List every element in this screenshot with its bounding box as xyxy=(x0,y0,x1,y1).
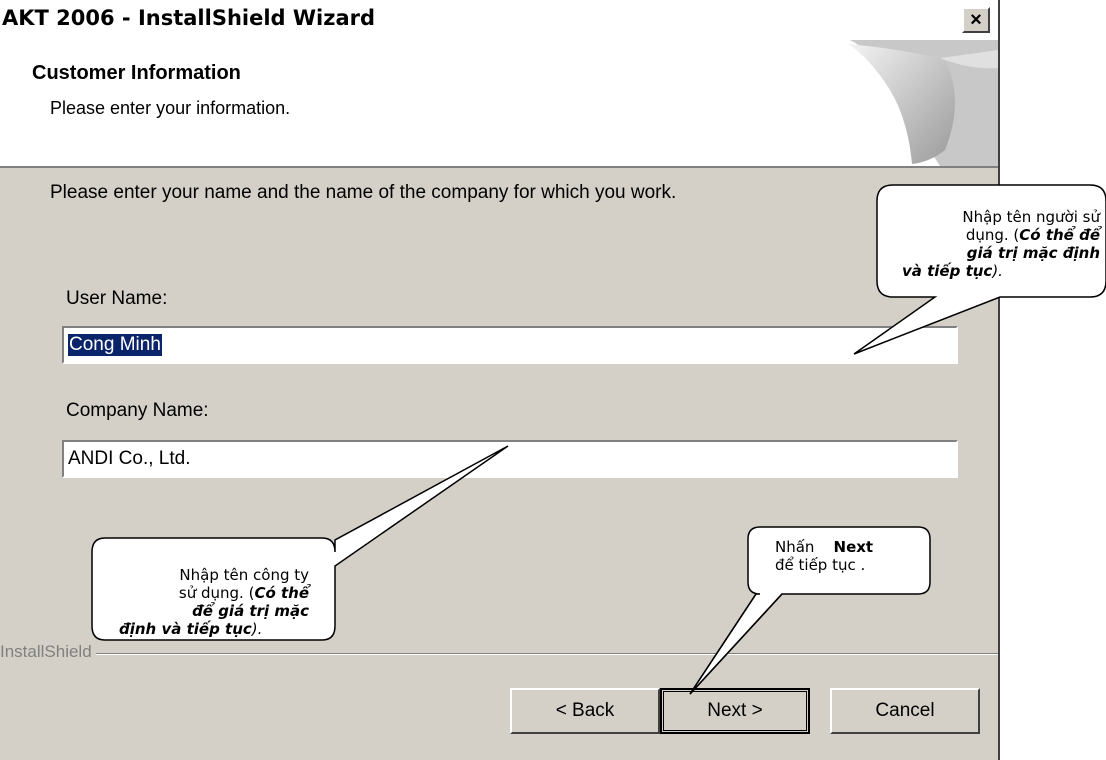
callout-next-text: Nhấn Next để tiếp tục . xyxy=(775,538,874,574)
callout-shapes xyxy=(91,184,1106,695)
callout-next-pointer xyxy=(689,593,783,695)
callout-company-text: Nhập tên công ty sử dụng. (Có thể để giá… xyxy=(119,566,309,638)
callout-user-text: Nhập tên người sử dụng. (Có thể để giá t… xyxy=(902,208,1100,280)
